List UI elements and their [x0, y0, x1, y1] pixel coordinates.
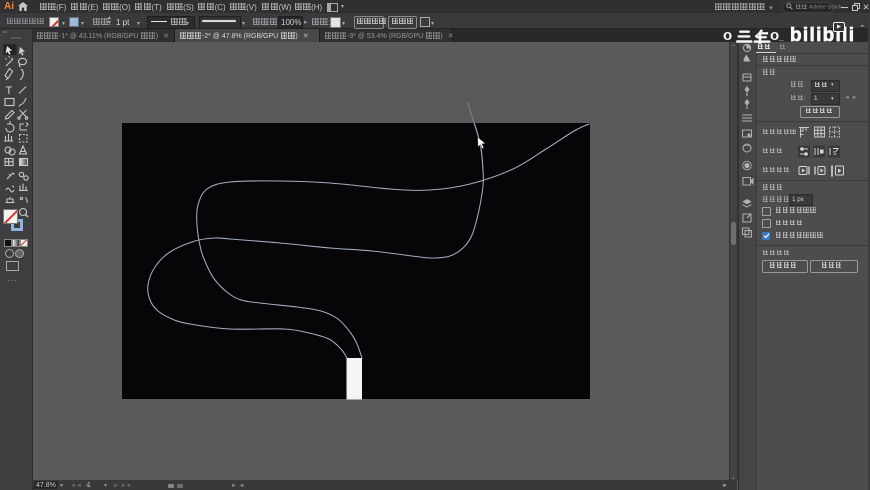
- svg-text:T: T: [6, 85, 13, 97]
